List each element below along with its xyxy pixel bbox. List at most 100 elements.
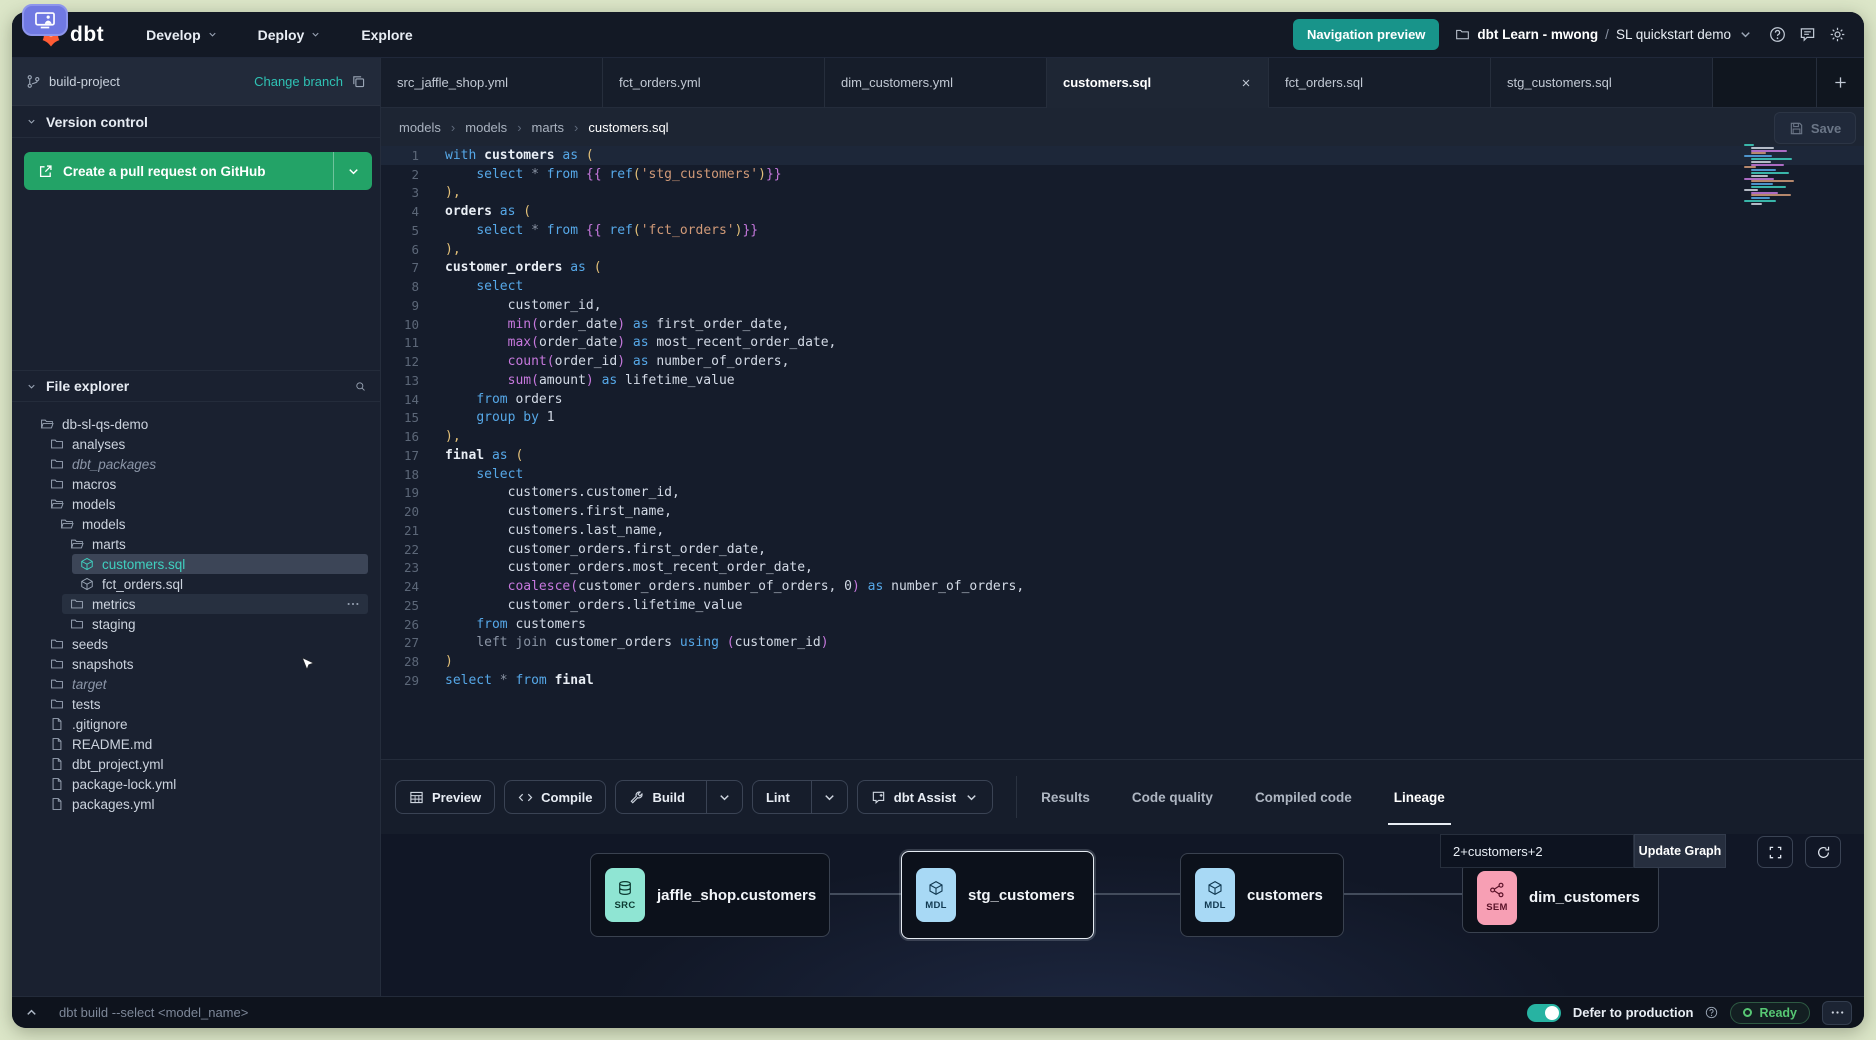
code-line[interactable]: 4orders as ( [381, 202, 1864, 221]
save-button[interactable]: Save [1774, 112, 1856, 144]
dbt-assist-button[interactable]: dbt Assist [857, 780, 993, 814]
editor-breadcrumb-item[interactable]: models [465, 120, 507, 135]
bottom-tab-compiled-code[interactable]: Compiled code [1253, 784, 1354, 811]
bottom-tab-lineage[interactable]: Lineage [1392, 784, 1447, 811]
navigation-preview-button[interactable]: Navigation preview [1293, 19, 1439, 50]
code-line[interactable]: 12 count(order_id) as number_of_orders, [381, 352, 1864, 371]
tree-item-tests[interactable]: tests [42, 694, 368, 714]
code-line[interactable]: 19 customers.customer_id, [381, 484, 1864, 503]
lineage-node-jaffle_shop.customers[interactable]: SRCjaffle_shop.customers [590, 853, 830, 937]
tab-stg_customers.sql[interactable]: stg_customers.sql [1491, 58, 1713, 108]
code-line[interactable]: 23 customer_orders.most_recent_order_dat… [381, 559, 1864, 578]
search-icon[interactable] [355, 381, 366, 392]
close-icon[interactable] [1240, 77, 1252, 89]
nav-menu-explore[interactable]: Explore [361, 27, 412, 43]
code-line[interactable]: 11 max(order_date) as most_recent_order_… [381, 334, 1864, 353]
code-line[interactable]: 3), [381, 184, 1864, 203]
code-line[interactable]: 21 customers.last_name, [381, 521, 1864, 540]
code-line[interactable]: 9 customer_id, [381, 296, 1864, 315]
minimap[interactable] [1744, 144, 1806, 208]
code-line[interactable]: 5 select * from {{ ref('fct_orders')}} [381, 221, 1864, 240]
create-pr-caret[interactable] [334, 152, 372, 190]
editor-breadcrumb-item[interactable]: models [399, 120, 441, 135]
code-line[interactable]: 24 coalesce(customer_orders.number_of_or… [381, 577, 1864, 596]
bottom-tab-results[interactable]: Results [1039, 784, 1092, 811]
code-line[interactable]: 27 left join customer_orders using (cust… [381, 634, 1864, 653]
editor-breadcrumb-item[interactable]: marts [532, 120, 565, 135]
tree-item-customers.sql[interactable]: customers.sql [72, 554, 368, 574]
tree-item-snapshots[interactable]: snapshots [42, 654, 368, 674]
code-line[interactable]: 14 from orders [381, 390, 1864, 409]
version-control-header[interactable]: Version control [12, 106, 380, 138]
code-line[interactable]: 17final as ( [381, 446, 1864, 465]
feedback-icon[interactable] [1799, 26, 1816, 43]
code-editor[interactable]: 1with customers as (2 select * from {{ r… [381, 146, 1864, 759]
tree-item-target[interactable]: target [42, 674, 368, 694]
preview-button[interactable]: Preview [395, 780, 495, 814]
refresh-button[interactable] [1805, 836, 1841, 868]
defer-toggle[interactable] [1527, 1004, 1561, 1022]
tree-item-staging[interactable]: staging [62, 614, 368, 634]
tree-item-.gitignore[interactable]: .gitignore [42, 714, 368, 734]
compile-button[interactable]: Compile [504, 780, 606, 814]
code-line[interactable]: 18 select [381, 465, 1864, 484]
create-pr-button[interactable]: Create a pull request on GitHub [24, 152, 372, 190]
tree-item-db-sl-qs-demo[interactable]: db-sl-qs-demo [32, 414, 368, 434]
code-line[interactable]: 20 customers.first_name, [381, 502, 1864, 521]
code-line[interactable]: 16), [381, 427, 1864, 446]
help-icon[interactable] [1769, 26, 1786, 43]
tree-item-seeds[interactable]: seeds [42, 634, 368, 654]
command-input[interactable]: dbt build --select <model_name> [59, 1005, 248, 1020]
code-line[interactable]: 15 group by 1 [381, 409, 1864, 428]
code-line[interactable]: 6), [381, 240, 1864, 259]
fullscreen-button[interactable] [1757, 836, 1793, 868]
chevron-up-icon[interactable] [24, 1005, 39, 1020]
nav-menu-deploy[interactable]: Deploy [258, 27, 322, 43]
tab-fct_orders.sql[interactable]: fct_orders.sql [1269, 58, 1491, 108]
editor-breadcrumb-item[interactable]: customers.sql [588, 120, 668, 135]
update-graph-button[interactable]: Update Graph [1634, 834, 1726, 868]
change-branch-link[interactable]: Change branch [254, 74, 343, 89]
code-line[interactable]: 29select * from final [381, 671, 1864, 690]
tree-item-packages.yml[interactable]: packages.yml [42, 794, 368, 814]
gear-icon[interactable] [1829, 26, 1846, 43]
lineage-node-stg_customers[interactable]: MDLstg_customers [901, 851, 1094, 939]
file-explorer-header[interactable]: File explorer [12, 370, 380, 402]
tab-dim_customers.yml[interactable]: dim_customers.yml [825, 58, 1047, 108]
more-options-button[interactable] [1822, 1001, 1852, 1025]
lint-button[interactable]: Lint [753, 781, 803, 813]
code-line[interactable]: 28) [381, 652, 1864, 671]
code-line[interactable]: 8 select [381, 277, 1864, 296]
code-line[interactable]: 25 customer_orders.lifetime_value [381, 596, 1864, 615]
nav-menu-develop[interactable]: Develop [146, 27, 217, 43]
build-button[interactable]: Build [616, 781, 698, 813]
tab-src_jaffle_shop.yml[interactable]: src_jaffle_shop.yml [381, 58, 603, 108]
defer-help-icon[interactable] [1705, 1006, 1718, 1019]
code-line[interactable]: 7customer_orders as ( [381, 259, 1864, 278]
tree-item-dbt_project.yml[interactable]: dbt_project.yml [42, 754, 368, 774]
tree-item-analyses[interactable]: analyses [42, 434, 368, 454]
create-pr-main[interactable]: Create a pull request on GitHub [24, 152, 334, 190]
copy-icon[interactable] [351, 74, 366, 89]
bottom-tab-code-quality[interactable]: Code quality [1130, 784, 1215, 811]
code-line[interactable]: 1with customers as ( [381, 146, 1864, 165]
code-line[interactable]: 26 from customers [381, 615, 1864, 634]
build-caret[interactable] [706, 781, 742, 813]
tab-customers.sql[interactable]: customers.sql [1047, 58, 1269, 108]
lint-caret[interactable] [811, 781, 847, 813]
tree-item-models[interactable]: models [52, 514, 368, 534]
tree-item-metrics[interactable]: metrics [62, 594, 368, 614]
new-tab-button[interactable] [1816, 58, 1864, 108]
code-line[interactable]: 10 min(order_date) as first_order_date, [381, 315, 1864, 334]
tree-item-package-lock.yml[interactable]: package-lock.yml [42, 774, 368, 794]
tree-item-fct_orders.sql[interactable]: fct_orders.sql [72, 574, 368, 594]
code-line[interactable]: 2 select * from {{ ref('stg_customers')}… [381, 165, 1864, 184]
tree-item-models[interactable]: models [42, 494, 368, 514]
row-options-icon[interactable] [346, 597, 360, 611]
tree-item-README.md[interactable]: README.md [42, 734, 368, 754]
tree-item-marts[interactable]: marts [62, 534, 368, 554]
lineage-selector-input[interactable]: 2+customers+2 [1440, 834, 1634, 868]
lineage-node-dim_customers[interactable]: SEMdim_customers [1462, 862, 1659, 933]
lineage-node-customers[interactable]: MDLcustomers [1180, 853, 1344, 937]
tab-fct_orders.yml[interactable]: fct_orders.yml [603, 58, 825, 108]
